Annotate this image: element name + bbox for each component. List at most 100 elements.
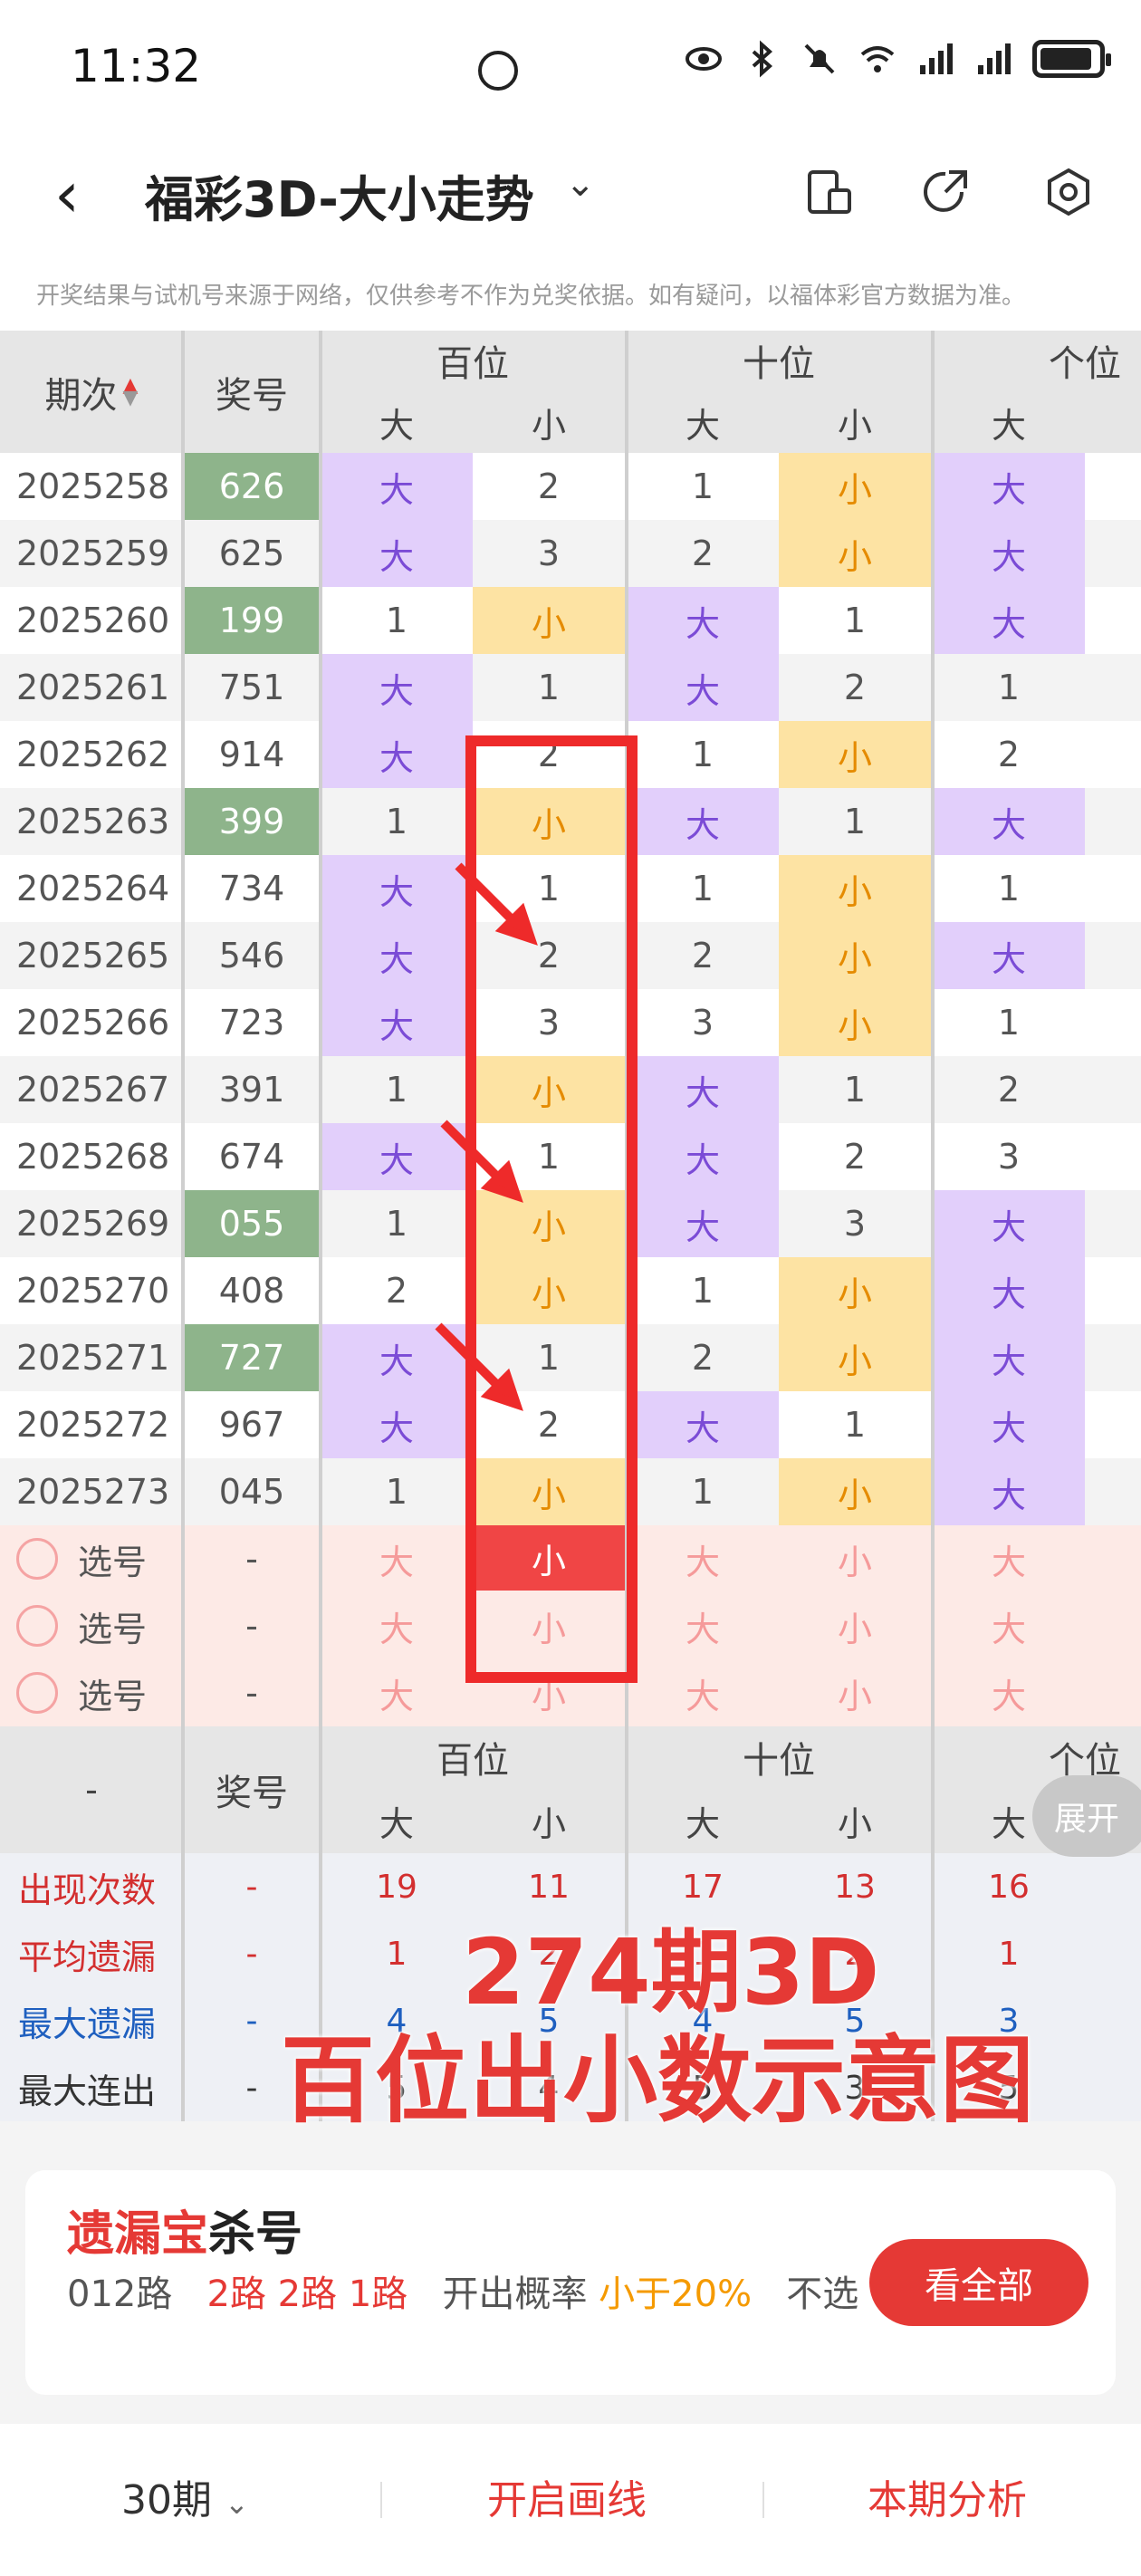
trend-cell: 1 bbox=[473, 1123, 625, 1190]
pick-toggle[interactable]: 大 bbox=[321, 1659, 473, 1726]
trend-cell-partial bbox=[1085, 654, 1141, 721]
trend-cell: 1 bbox=[627, 721, 779, 788]
pick-toggle[interactable]: 小 bbox=[473, 1592, 625, 1659]
settings-icon[interactable] bbox=[1041, 165, 1096, 219]
col-issue-header[interactable]: 期次 ▲ ▼ bbox=[0, 331, 183, 453]
stats-dash: - bbox=[245, 1868, 258, 1906]
group-header-hundreds: 百位 bbox=[436, 343, 509, 385]
pick-toggle[interactable]: 大 bbox=[321, 1592, 473, 1659]
stats-value: 1 bbox=[998, 1935, 1020, 1973]
pick-cell[interactable]: 选号 bbox=[0, 1525, 183, 1592]
pick-toggle[interactable]: 大 bbox=[933, 1525, 1085, 1592]
number-cell: 625 bbox=[218, 533, 285, 573]
issue-cell: 2025270 bbox=[16, 1271, 170, 1311]
trend-cell-partial bbox=[1085, 453, 1141, 520]
trend-cell: 2 bbox=[321, 1257, 473, 1324]
pick-toggle-selected[interactable]: 小 bbox=[473, 1525, 625, 1591]
trend-cell: 1 bbox=[473, 654, 625, 721]
stats-dash: - bbox=[85, 1770, 98, 1810]
trend-cell: 3 bbox=[473, 520, 625, 587]
issue-cell: 2025267 bbox=[16, 1070, 170, 1110]
number-cell: 626 bbox=[183, 453, 321, 520]
pick-toggle[interactable]: 小 bbox=[779, 1659, 931, 1726]
table-row: 2025265 546 大 2 2 小大 bbox=[0, 922, 1141, 989]
number-cell: 399 bbox=[183, 788, 321, 855]
pick-toggle[interactable]: 大 bbox=[933, 1592, 1085, 1659]
trend-cell-partial bbox=[1085, 721, 1141, 788]
sort-icon[interactable]: ▲ ▼ bbox=[123, 375, 139, 408]
trend-cell: 2 bbox=[473, 453, 625, 520]
trend-cell: 大 bbox=[933, 922, 1085, 989]
column-divider bbox=[931, 331, 935, 2121]
pick-toggle[interactable]: 大 bbox=[933, 1659, 1085, 1726]
issue-cell: 2025258 bbox=[16, 466, 170, 506]
trend-cell: 大 bbox=[627, 587, 779, 654]
trend-cell: 2 bbox=[933, 721, 1085, 788]
trend-cell-partial bbox=[1085, 587, 1141, 654]
number-cell: 391 bbox=[218, 1070, 285, 1110]
table-row: 2025270 408 2 小 1 小大 bbox=[0, 1257, 1141, 1324]
stats-sub-big: 大 bbox=[379, 1803, 414, 1844]
trend-cell: 大 bbox=[933, 788, 1085, 855]
trend-cell-partial bbox=[1085, 1324, 1141, 1391]
trend-cell: 大 bbox=[933, 1391, 1085, 1458]
issue-cell: 2025272 bbox=[16, 1405, 170, 1445]
expand-button[interactable]: 展开 bbox=[1032, 1775, 1141, 1857]
group-header-tens: 十位 bbox=[743, 343, 815, 385]
table-row: 2025262 914 大 2 1 小 2 bbox=[0, 721, 1141, 788]
back-arrow-icon[interactable]: ‹ bbox=[54, 163, 80, 226]
share-icon[interactable] bbox=[918, 165, 973, 219]
trend-cell: 小 bbox=[473, 788, 625, 855]
bottom-bar: 30期 ⌄ 开启画线 本期分析 bbox=[0, 2424, 1141, 2576]
wifi-icon bbox=[860, 46, 895, 72]
stats-value: 16 bbox=[988, 1868, 1030, 1906]
disclaimer-notice: 开奖结果与试机号来源于网络，仅供参考不作为兑奖依据。如有疑问，以福体彩官方数据为… bbox=[0, 254, 1141, 331]
trend-cell-partial bbox=[1085, 1458, 1141, 1525]
trend-cell: 大 bbox=[933, 1257, 1085, 1324]
trend-cell-partial bbox=[1085, 922, 1141, 989]
pick-toggle[interactable]: 大 bbox=[321, 1525, 473, 1592]
number-cell: 408 bbox=[218, 1271, 285, 1311]
stats-sub-small: 小 bbox=[837, 1803, 872, 1844]
trend-cell: 小 bbox=[473, 1190, 625, 1257]
pick-cell[interactable]: 选号 bbox=[0, 1592, 183, 1659]
pick-cell[interactable]: 选号 bbox=[0, 1659, 183, 1726]
number-cell: 045 bbox=[218, 1472, 285, 1512]
col-num-header: 奖号 bbox=[216, 374, 288, 417]
number-cell: 734 bbox=[218, 869, 285, 908]
trend-cell: 大 bbox=[627, 1391, 779, 1458]
table-row: 2025259 625 大 3 2 小大 bbox=[0, 520, 1141, 587]
stats-sub-small: 小 bbox=[531, 1803, 566, 1844]
period-selector[interactable]: 30期 ⌄ bbox=[121, 2467, 249, 2525]
divider bbox=[380, 2482, 382, 2518]
device-switch-icon[interactable] bbox=[802, 165, 857, 219]
see-all-button[interactable]: 看全部 bbox=[869, 2239, 1088, 2326]
radio-circle-icon[interactable] bbox=[16, 1672, 58, 1714]
radio-circle-icon[interactable] bbox=[16, 1538, 58, 1580]
pick-toggle[interactable]: 大 bbox=[627, 1525, 779, 1592]
trend-cell: 2 bbox=[779, 1123, 931, 1190]
number-cell: 055 bbox=[183, 1190, 321, 1257]
chevron-down-icon[interactable]: ⌄ bbox=[565, 163, 596, 205]
trend-cell: 小 bbox=[473, 587, 625, 654]
pick-toggle[interactable]: 小 bbox=[779, 1525, 931, 1592]
pick-toggle[interactable]: 小 bbox=[779, 1592, 931, 1659]
table-row: 2025273 045 1 小 1 小大 bbox=[0, 1458, 1141, 1525]
pick-toggle[interactable]: 大 bbox=[627, 1592, 779, 1659]
column-divider bbox=[181, 331, 185, 2121]
analysis-button[interactable]: 本期分析 bbox=[868, 2467, 1027, 2525]
pick-toggle[interactable]: 大 bbox=[627, 1659, 779, 1726]
radio-circle-icon[interactable] bbox=[16, 1605, 58, 1647]
table-row: 2025268 674 大 1 大 2 3 bbox=[0, 1123, 1141, 1190]
pick-toggle[interactable]: 小 bbox=[473, 1659, 625, 1726]
draw-line-button[interactable]: 开启画线 bbox=[487, 2467, 647, 2525]
trend-cell: 大 bbox=[321, 453, 473, 520]
page-title[interactable]: 福彩3D-大小走势 bbox=[145, 159, 534, 231]
stats-header: -奖号百位大小十位大小个位大小 bbox=[0, 1726, 1141, 1853]
trend-cell: 1 bbox=[321, 1056, 473, 1123]
trend-cell-partial bbox=[1085, 989, 1141, 1056]
trend-cell-partial bbox=[1085, 520, 1141, 587]
pick-row: 选号 - 大小大小大 bbox=[0, 1525, 1141, 1592]
trend-cell: 小 bbox=[779, 721, 931, 788]
pick-label: 选号 bbox=[78, 1676, 148, 1716]
